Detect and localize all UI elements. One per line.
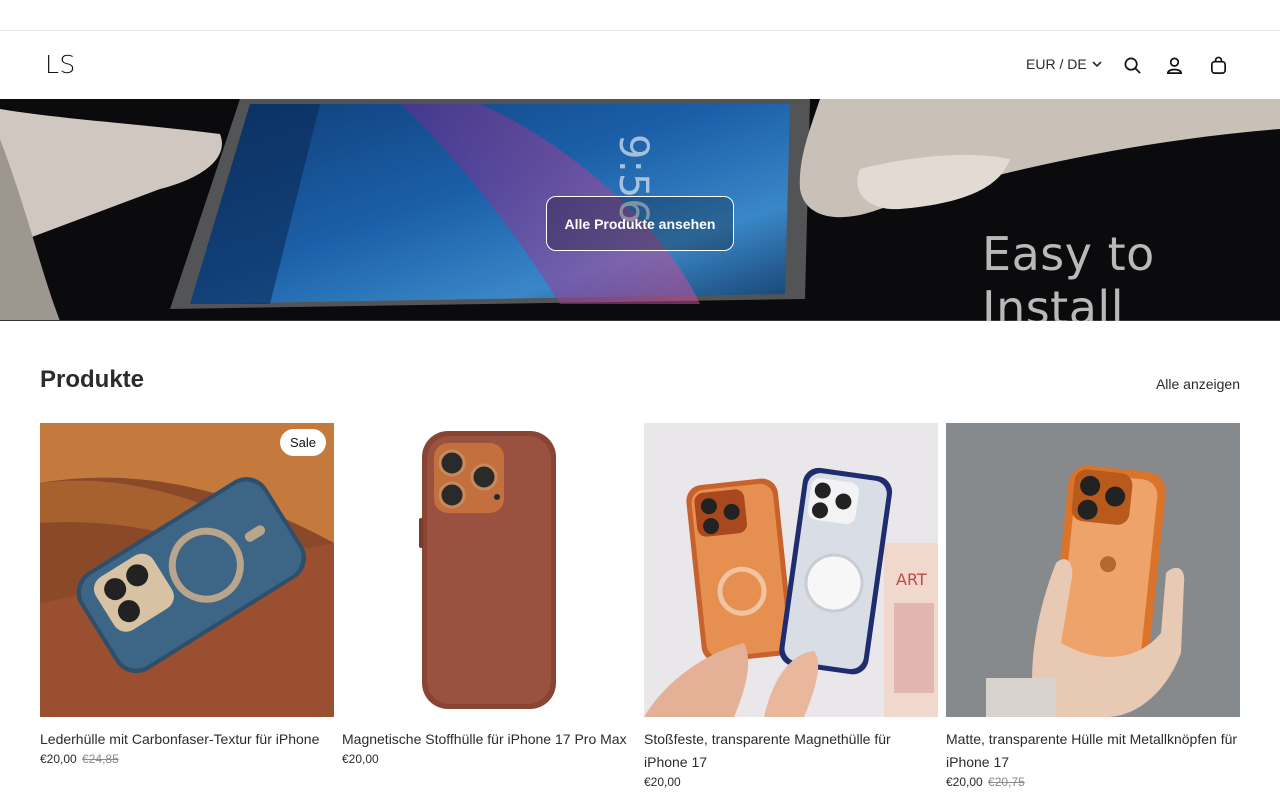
shopping-bag-icon[interactable] [1206,53,1230,77]
product-title[interactable]: Matte, transparente Hülle mit Metallknöp… [946,728,1240,774]
product-price: €20,00 €20,75 [946,775,1240,789]
sale-badge: Sale [279,429,326,456]
price-current: €20,00 [40,752,77,766]
product-title[interactable]: Magnetische Stoffhülle für iPhone 17 Pro… [342,728,636,751]
account-icon[interactable] [1162,53,1186,77]
product-card[interactable]: ART Stoßfeste, transparente Magnethülle … [644,423,938,789]
currency-language-selector[interactable]: EUR / DE [1026,56,1103,72]
price-current: €20,00 [342,752,379,766]
announcement-bar [0,0,1280,31]
product-price: €20,00 [644,775,938,789]
hero-banner: 9:56 Easy to Install Alle Produkte anseh… [0,99,1280,321]
view-all-link[interactable]: Alle anzeigen [1156,376,1240,392]
price-current: €20,00 [644,775,681,789]
store-logo[interactable]: LS [45,50,76,79]
price-compare: €24,85 [82,752,119,766]
view-all-products-button[interactable]: Alle Produkte ansehen [546,196,734,251]
product-image: ART [644,423,938,717]
price-compare: €20,75 [988,775,1025,789]
search-icon[interactable] [1120,53,1144,77]
product-price: €20,00 €24,85 [40,752,334,766]
product-title[interactable]: Stoßfeste, transparente Magnethülle für … [644,728,938,774]
product-price: €20,00 [342,752,636,766]
product-image [342,423,636,717]
site-header: LS EUR / DE [0,31,1280,99]
product-image [946,423,1240,717]
chevron-down-icon [1092,61,1102,68]
locale-label: EUR / DE [1026,56,1087,72]
price-current: €20,00 [946,775,983,789]
product-card[interactable]: Matte, transparente Hülle mit Metallknöp… [946,423,1240,789]
hero-overlay-text: Easy to Install [982,227,1155,321]
svg-text:ART: ART [896,570,927,589]
product-card[interactable]: Magnetische Stoffhülle für iPhone 17 Pro… [342,423,636,766]
product-card[interactable]: Sale Lederhülle mit Carbonfaser-Textur f… [40,423,334,766]
section-title: Produkte [40,366,145,393]
product-title[interactable]: Lederhülle mit Carbonfaser-Textur für iP… [40,728,334,751]
product-image: Sale [40,423,334,717]
